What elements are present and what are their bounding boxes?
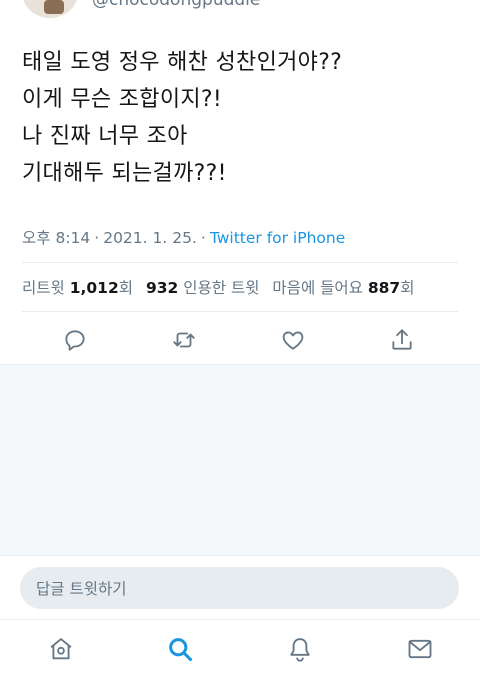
retweet-icon bbox=[173, 332, 195, 348]
reply-button[interactable] bbox=[59, 324, 91, 356]
tweet-line: 기대해두 되는걸까??! bbox=[22, 161, 227, 186]
notifications-icon bbox=[290, 638, 310, 662]
share-icon bbox=[392, 329, 412, 350]
home-icon bbox=[50, 638, 72, 660]
tweet-actions bbox=[0, 320, 480, 360]
tweet-line: 태일 도영 정우 해찬 성찬인거야?? bbox=[22, 50, 343, 75]
share-button[interactable] bbox=[386, 324, 418, 356]
quote-value: 932 bbox=[145, 279, 179, 297]
tab-notifications[interactable] bbox=[284, 633, 316, 665]
like-value: 887 bbox=[367, 279, 401, 297]
replies-area bbox=[0, 364, 480, 555]
like-label: 마음에 들어요 bbox=[272, 279, 363, 297]
bottom-tab-bar bbox=[0, 619, 480, 681]
tweet-date: 2021. 1. 25. bbox=[103, 229, 197, 247]
author-avatar[interactable] bbox=[22, 0, 78, 18]
tweet-line: 나 진짜 너무 조아 bbox=[22, 124, 188, 149]
tweet-time: 오후 8:14 bbox=[22, 229, 91, 247]
messages-icon bbox=[408, 639, 432, 659]
author-handle[interactable]: @chocodongpuddle bbox=[92, 0, 260, 10]
tweet-stats: 리트윗 1,012회 932 인용한 트윗 마음에 들어요 887회 bbox=[22, 276, 422, 298]
like-count[interactable]: 마음에 들어요 887회 bbox=[272, 279, 414, 297]
retweet-count[interactable]: 리트윗 1,012회 bbox=[22, 279, 133, 297]
tweet-meta: 오후 8:14 · 2021. 1. 25. · Twitter for iPhone bbox=[22, 229, 346, 247]
tweet-text: 태일 도영 정우 해찬 성찬인거야?? 이게 무슨 조합이지?! 나 진짜 너무… bbox=[22, 44, 462, 192]
retweet-label: 리트윗 bbox=[22, 279, 65, 297]
retweet-unit: 회 bbox=[118, 279, 134, 297]
divider bbox=[22, 262, 458, 263]
tab-messages[interactable] bbox=[404, 633, 436, 665]
reply-icon bbox=[65, 330, 85, 351]
retweet-value: 1,012 bbox=[69, 279, 119, 297]
reply-input[interactable]: 답글 트윗하기 bbox=[20, 567, 459, 609]
like-unit: 회 bbox=[400, 279, 415, 297]
divider bbox=[22, 311, 458, 312]
reply-bar: 답글 트윗하기 bbox=[0, 555, 480, 619]
like-icon bbox=[282, 331, 304, 350]
quote-count[interactable]: 932 인용한 트윗 bbox=[146, 279, 260, 297]
search-icon bbox=[169, 638, 193, 662]
quote-label: 인용한 트윗 bbox=[183, 279, 260, 297]
like-button[interactable] bbox=[277, 324, 309, 356]
tab-home[interactable] bbox=[45, 633, 77, 665]
tweet-source-link[interactable]: Twitter for iPhone bbox=[210, 229, 345, 247]
tweet-line: 이게 무슨 조합이지?! bbox=[22, 87, 223, 112]
retweet-button[interactable] bbox=[168, 324, 200, 356]
tweet-header: @chocodongpuddle bbox=[0, 0, 480, 20]
tab-search[interactable] bbox=[164, 633, 196, 665]
